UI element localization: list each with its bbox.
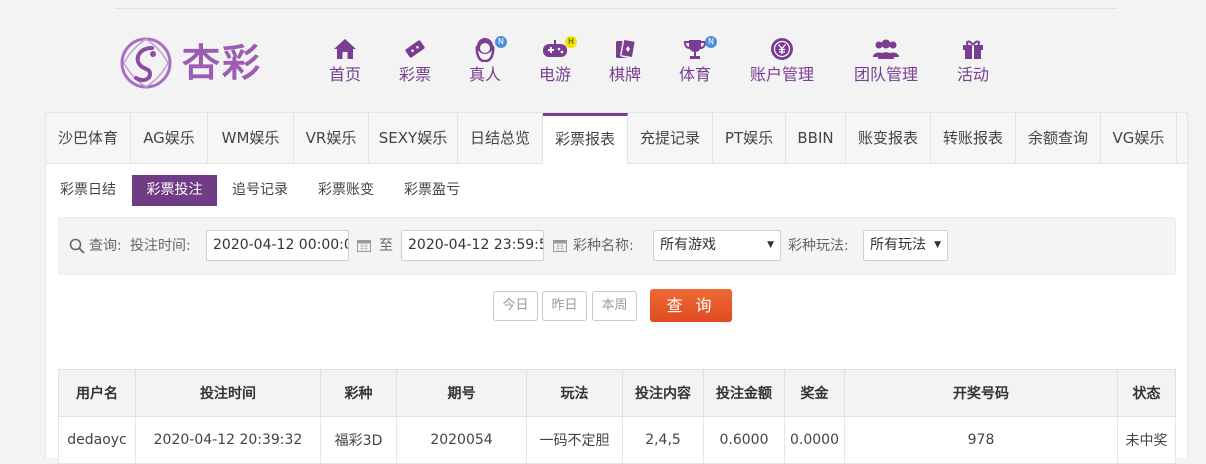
column-header: 状态 bbox=[1117, 369, 1176, 417]
trophy-icon bbox=[683, 40, 707, 59]
subtab-lottery-bets[interactable]: 彩票投注 bbox=[132, 175, 217, 206]
tab-wm[interactable]: WM娱乐 bbox=[208, 113, 294, 163]
column-header: 开奖号码 bbox=[844, 369, 1118, 417]
top-divider bbox=[115, 8, 1117, 9]
cell-draw-number: 978 bbox=[844, 416, 1118, 464]
nav-label: 体育 bbox=[678, 65, 711, 84]
cell-lottery: 福彩3D bbox=[320, 416, 397, 464]
column-header: 投注内容 bbox=[622, 369, 704, 417]
cell-username: dedaoyc bbox=[58, 416, 136, 464]
brand-logo[interactable]: 杏彩 bbox=[116, 32, 276, 94]
nav-egames[interactable]: H 电游 bbox=[536, 36, 577, 85]
bets-table: 用户名 投注时间 彩种 期号 玩法 投注内容 投注金额 奖金 开奖号码 状态 d… bbox=[58, 369, 1176, 464]
bet-time-label: 投注时间: bbox=[130, 238, 191, 254]
cell-status: 未中奖 bbox=[1117, 416, 1176, 464]
calendar-icon[interactable] bbox=[357, 239, 371, 252]
column-header: 投注时间 bbox=[135, 369, 321, 417]
cards-icon bbox=[616, 38, 636, 59]
column-header: 投注金额 bbox=[703, 369, 785, 417]
subtab-lottery-account-change[interactable]: 彩票账变 bbox=[311, 175, 381, 206]
search-icon bbox=[69, 238, 85, 254]
nav-home[interactable]: 首页 bbox=[326, 36, 364, 85]
cell-bet-content: 2,4,5 bbox=[622, 416, 704, 464]
cell-issue: 2020054 bbox=[396, 416, 527, 464]
nav-label: 活动 bbox=[956, 65, 989, 84]
nav-lottery[interactable]: 彩票 bbox=[396, 36, 434, 85]
column-header: 奖金 bbox=[784, 369, 845, 417]
logo-emblem-icon bbox=[120, 37, 172, 89]
tab-vr[interactable]: VR娱乐 bbox=[294, 113, 369, 163]
report-panel: 沙巴体育 AG娱乐 WM娱乐 VR娱乐 SEXY娱乐 日结总览 彩票报表 充提记… bbox=[45, 112, 1188, 464]
end-time-input[interactable]: 2020-04-12 23:59:59 bbox=[401, 230, 544, 261]
query-label: 查询: bbox=[89, 238, 122, 254]
cell-prize: 0.0000 bbox=[784, 416, 845, 464]
tab-bbin[interactable]: BBIN bbox=[786, 113, 846, 163]
cell-bet-time: 2020-04-12 20:39:32 bbox=[135, 416, 321, 464]
subtab-lottery-profit-loss[interactable]: 彩票盈亏 bbox=[397, 175, 467, 206]
report-tab-bar: 沙巴体育 AG娱乐 WM娱乐 VR娱乐 SEXY娱乐 日结总览 彩票报表 充提记… bbox=[46, 113, 1187, 164]
today-button[interactable]: 今日 bbox=[493, 291, 538, 321]
tab-ag[interactable]: AG娱乐 bbox=[131, 113, 208, 163]
column-header: 玩法 bbox=[526, 369, 623, 417]
to-label: 至 bbox=[379, 238, 393, 254]
nav-activities[interactable]: 活动 bbox=[954, 36, 992, 85]
column-header: 彩种 bbox=[320, 369, 397, 417]
nav-label: 账户管理 bbox=[749, 65, 814, 84]
game-name-label: 彩种名称: bbox=[573, 238, 634, 254]
live-dealer-icon bbox=[475, 38, 495, 62]
filter-bar: 查询: 投注时间: 2020-04-12 00:00:00 至 2020-04-… bbox=[58, 217, 1176, 275]
game-name-value: 所有游戏 bbox=[660, 237, 716, 253]
home-icon bbox=[334, 39, 356, 59]
tab-daily-summary[interactable]: 日结总览 bbox=[458, 113, 543, 163]
nav-label: 彩票 bbox=[398, 65, 431, 84]
game-name-select[interactable]: 所有游戏 ▼ bbox=[653, 230, 781, 261]
cell-bet-amount: 0.6000 bbox=[703, 416, 785, 464]
play-type-select[interactable]: 所有玩法 ▼ bbox=[863, 230, 948, 261]
account-coin-icon bbox=[771, 38, 793, 60]
dropdown-arrow-icon: ▼ bbox=[934, 240, 941, 250]
nav-label: 首页 bbox=[328, 65, 361, 84]
new-badge: N bbox=[705, 36, 717, 48]
nav-account-management[interactable]: 账户管理 bbox=[747, 36, 817, 85]
dropdown-arrow-icon: ▼ bbox=[767, 240, 774, 250]
start-time-input[interactable]: 2020-04-12 00:00:00 bbox=[206, 230, 349, 261]
calendar-icon[interactable] bbox=[553, 239, 567, 252]
tab-lottery-report[interactable]: 彩票报表 bbox=[543, 113, 628, 164]
lottery-ticket-icon bbox=[405, 40, 425, 58]
search-button[interactable]: 查 询 bbox=[650, 289, 732, 322]
table-row: dedaoyc 2020-04-12 20:39:32 福彩3D 2020054… bbox=[58, 416, 1176, 464]
nav-label: 棋牌 bbox=[608, 65, 641, 84]
brand-name: 杏彩 bbox=[182, 40, 263, 85]
nav-live[interactable]: N 真人 bbox=[466, 36, 507, 85]
nav-team-management[interactable]: 团队管理 bbox=[851, 36, 921, 85]
hot-badge: H bbox=[565, 36, 577, 48]
table-header-row: 用户名 投注时间 彩种 期号 玩法 投注内容 投注金额 奖金 开奖号码 状态 bbox=[58, 369, 1176, 417]
subtab-lottery-daily[interactable]: 彩票日结 bbox=[52, 175, 124, 206]
nav-label: 团队管理 bbox=[853, 65, 918, 84]
tab-saba-sports[interactable]: 沙巴体育 bbox=[46, 113, 131, 163]
nav-label: 电游 bbox=[538, 65, 571, 84]
tab-balance-query[interactable]: 余额查询 bbox=[1016, 113, 1101, 163]
tab-vg[interactable]: VG娱乐 bbox=[1101, 113, 1177, 163]
column-header: 期号 bbox=[396, 369, 527, 417]
tab-sexy[interactable]: SEXY娱乐 bbox=[369, 113, 458, 163]
tab-pt[interactable]: PT娱乐 bbox=[713, 113, 786, 163]
play-type-value: 所有玩法 bbox=[870, 237, 926, 253]
tab-deposit-withdraw[interactable]: 充提记录 bbox=[628, 113, 713, 163]
column-header: 用户名 bbox=[58, 369, 136, 417]
yesterday-button[interactable]: 昨日 bbox=[542, 291, 587, 321]
nav-sports[interactable]: N 体育 bbox=[676, 36, 717, 85]
tab-transfer-report[interactable]: 转账报表 bbox=[931, 113, 1016, 163]
new-badge: N bbox=[495, 36, 507, 48]
this-week-button[interactable]: 本周 bbox=[592, 291, 637, 321]
cell-play-type: 一码不定胆 bbox=[526, 416, 623, 464]
nav-label: 真人 bbox=[468, 65, 501, 84]
team-icon bbox=[873, 39, 899, 59]
play-type-label: 彩种玩法: bbox=[788, 238, 849, 254]
gift-icon bbox=[963, 40, 983, 59]
tab-account-change[interactable]: 账变报表 bbox=[846, 113, 931, 163]
nav-chess-cards[interactable]: 棋牌 bbox=[606, 36, 644, 85]
subtab-chase-records[interactable]: 追号记录 bbox=[226, 175, 294, 206]
